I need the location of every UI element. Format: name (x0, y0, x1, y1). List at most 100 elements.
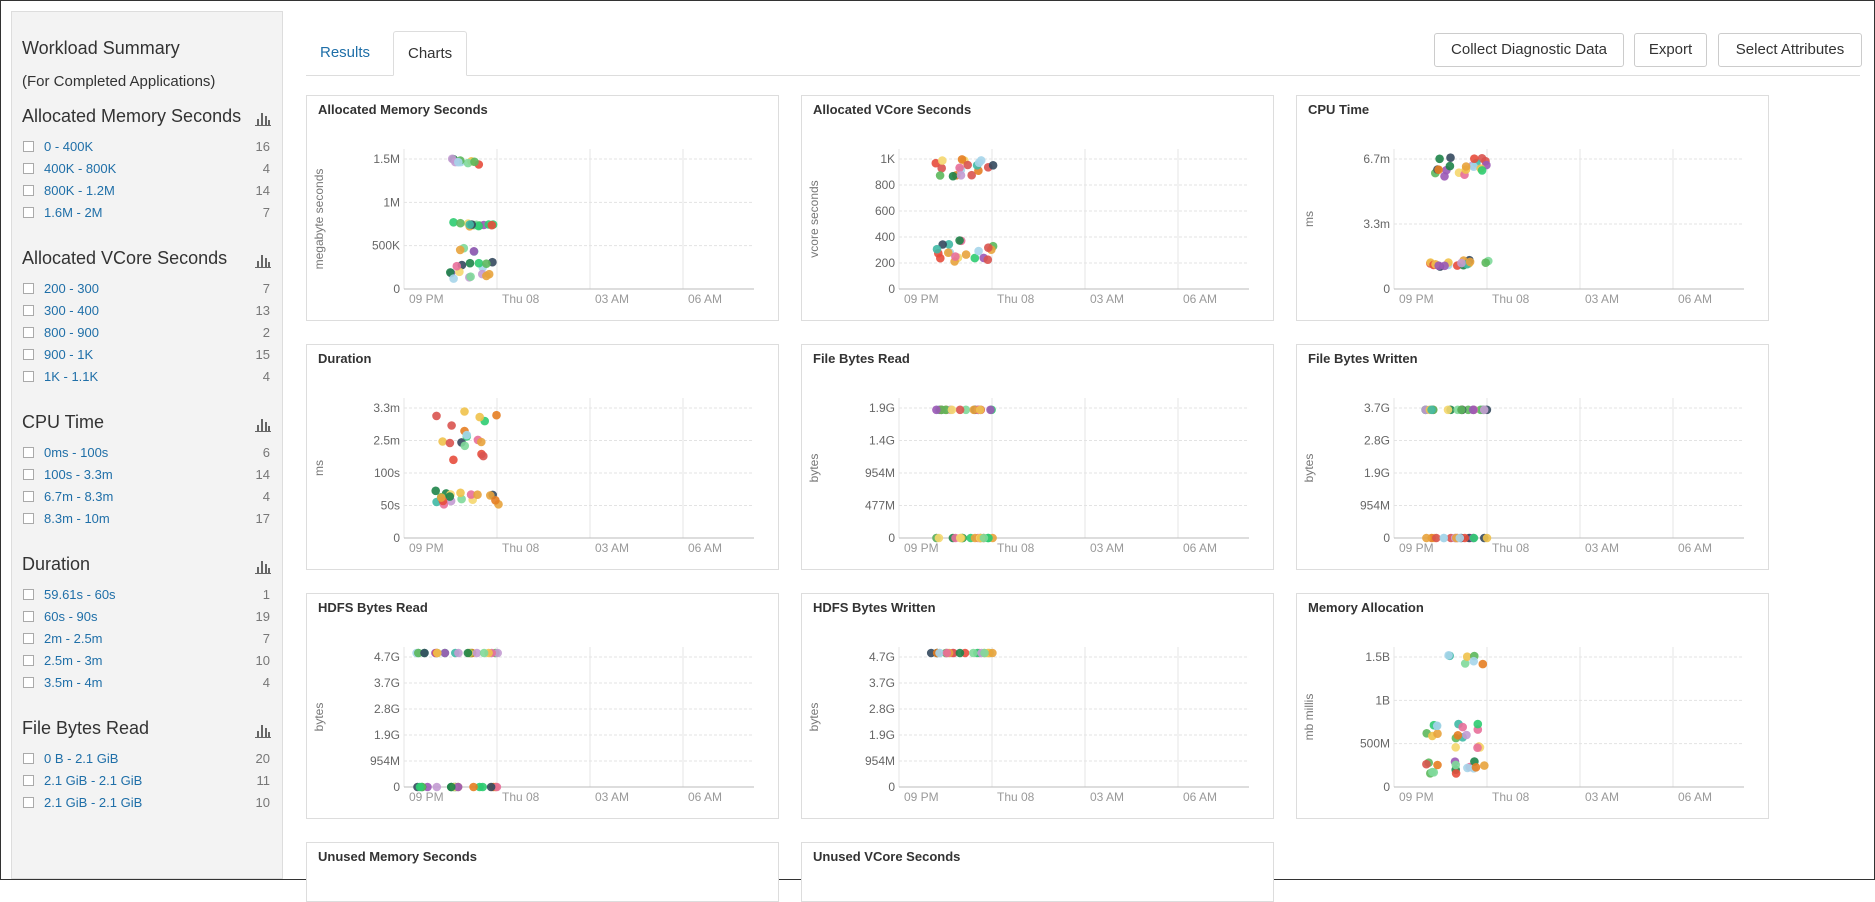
collect-diagnostic-data-button[interactable]: Collect Diagnostic Data (1434, 33, 1624, 67)
facet-item-label[interactable]: 0ms - 100s (44, 442, 108, 464)
bar-chart-icon[interactable] (255, 722, 271, 738)
data-point (1434, 165, 1443, 174)
facet-item[interactable]: 6.7m - 8.3m 4 (22, 486, 272, 508)
x-tick-label: 09 PM (409, 292, 444, 306)
facet-item-label[interactable]: 2m - 2.5m (44, 628, 103, 650)
facet-item-label[interactable]: 900 - 1K (44, 344, 93, 366)
facet-checkbox[interactable] (23, 633, 34, 644)
facet-item-label[interactable]: 1K - 1.1K (44, 366, 98, 388)
facet-checkbox[interactable] (23, 327, 34, 338)
facet-checkbox[interactable] (23, 447, 34, 458)
facet-item-label[interactable]: 200 - 300 (44, 278, 99, 300)
data-point (440, 648, 450, 658)
facet-item-label[interactable]: 2.1 GiB - 2.1 GiB (44, 770, 142, 792)
facet-checkbox[interactable] (23, 611, 34, 622)
x-tick-label: 06 AM (1678, 790, 1712, 804)
facet-item[interactable]: 300 - 400 13 (22, 300, 272, 322)
facet-item[interactable]: 0 B - 2.1 GiB 20 (22, 748, 272, 770)
x-tick-label: Thu 08 (997, 790, 1035, 804)
facet-checkbox[interactable] (23, 753, 34, 764)
tab-charts[interactable]: Charts (393, 31, 468, 76)
bar-chart-icon[interactable] (255, 558, 271, 574)
facet-item[interactable]: 60s - 90s 19 (22, 606, 272, 628)
data-point (477, 437, 486, 447)
facet-item[interactable]: 400K - 800K 4 (22, 158, 272, 180)
facet-item-label[interactable]: 100s - 3.3m (44, 464, 113, 486)
data-point (936, 253, 945, 263)
data-point (1473, 719, 1483, 729)
y-tick-label: 2.8G (869, 702, 895, 716)
facet-item-label[interactable]: 6.7m - 8.3m (44, 486, 113, 508)
bar-chart-icon[interactable] (255, 416, 271, 432)
data-point (462, 430, 472, 440)
y-tick-label: 500K (372, 239, 400, 253)
facet-item-count: 1 (262, 587, 270, 602)
facet-checkbox[interactable] (23, 469, 34, 480)
facet-item[interactable]: 900 - 1K 15 (22, 344, 272, 366)
facet-item[interactable]: 100s - 3.3m 14 (22, 464, 272, 486)
facet-checkbox[interactable] (23, 775, 34, 786)
facet-item-label[interactable]: 2.5m - 3m (44, 650, 103, 672)
data-point (482, 259, 491, 268)
facet-item-label[interactable]: 59.61s - 60s (44, 584, 116, 606)
y-tick-label: 2.8G (374, 702, 400, 716)
facet-checkbox[interactable] (23, 185, 34, 196)
y-tick-label: 600 (875, 204, 895, 218)
chart-title: Memory Allocation (1308, 600, 1424, 615)
data-point (449, 274, 458, 283)
facet-item-label[interactable]: 1.6M - 2M (44, 202, 103, 224)
bar-chart-icon[interactable] (255, 110, 271, 126)
facet-item-label[interactable]: 8.3m - 10m (44, 508, 110, 530)
facet-item-label[interactable]: 0 - 400K (44, 136, 93, 158)
facet-item[interactable]: 800 - 900 2 (22, 322, 272, 344)
facet-item-label[interactable]: 60s - 90s (44, 606, 97, 628)
facet-item[interactable]: 1.6M - 2M 7 (22, 202, 272, 224)
facet-checkbox[interactable] (23, 283, 34, 294)
facet-checkbox[interactable] (23, 371, 34, 382)
facet-item[interactable]: 2.5m - 3m 10 (22, 650, 272, 672)
facet-checkbox[interactable] (23, 655, 34, 666)
scatter-chart: 0 954M 1.9G 2.8G 3.7G 4.7G 09 PM Thu 08 03 AM 06 … (807, 647, 1249, 804)
facet-item[interactable]: 2m - 2.5m 7 (22, 628, 272, 650)
data-point (1481, 258, 1490, 267)
facet-item[interactable]: 8.3m - 10m 17 (22, 508, 272, 530)
facet-item-label[interactable]: 3.5m - 4m (44, 672, 103, 694)
facet-item[interactable]: 59.61s - 60s 1 (22, 584, 272, 606)
facet-checkbox[interactable] (23, 589, 34, 600)
facet-item-label[interactable]: 800K - 1.2M (44, 180, 115, 202)
facet-item-label[interactable]: 300 - 400 (44, 300, 99, 322)
data-point (1468, 405, 1478, 415)
facet-item[interactable]: 3.5m - 4m 4 (22, 672, 272, 694)
data-point (935, 171, 945, 180)
facet-item-label[interactable]: 2.1 GiB - 2.1 GiB (44, 792, 142, 814)
facet-checkbox[interactable] (23, 141, 34, 152)
scatter-chart: 0 954M 1.9G 2.8G 3.7G 4.7G 09 PM Thu 08 03 AM 06 … (312, 647, 754, 804)
facet-item[interactable]: 2.1 GiB - 2.1 GiB 11 (22, 770, 272, 792)
facet-item[interactable]: 0 - 400K 16 (22, 136, 272, 158)
chart-card: 0 50s 100s 2.5m 3.3m 09 PM Thu 08 03 AM 06 AM ms D… (306, 344, 779, 570)
facet-checkbox[interactable] (23, 513, 34, 524)
facet-item[interactable]: 200 - 300 7 (22, 278, 272, 300)
data-point (1479, 405, 1489, 415)
facet-item[interactable]: 1K - 1.1K 4 (22, 366, 272, 388)
facet-checkbox[interactable] (23, 305, 34, 316)
facet-checkbox[interactable] (23, 677, 34, 688)
facet-item-label[interactable]: 800 - 900 (44, 322, 99, 344)
chart-card: 0 954M 1.9G 2.8G 3.7G 4.7G 09 PM Thu 08 03 AM 06 … (306, 593, 779, 819)
facet-checkbox[interactable] (23, 163, 34, 174)
facet-item[interactable]: 0ms - 100s 6 (22, 442, 272, 464)
facet-checkbox[interactable] (23, 491, 34, 502)
facet-item-label[interactable]: 0 B - 2.1 GiB (44, 748, 118, 770)
facet-item-label[interactable]: 400K - 800K (44, 158, 116, 180)
y-tick-label: 2.5m (373, 434, 400, 448)
x-tick-label: 06 AM (688, 541, 722, 555)
facet-item[interactable]: 2.1 GiB - 2.1 GiB 10 (22, 792, 272, 814)
facet-checkbox[interactable] (23, 349, 34, 360)
facet-checkbox[interactable] (23, 797, 34, 808)
bar-chart-icon[interactable] (255, 252, 271, 268)
tab-results[interactable]: Results (306, 31, 384, 75)
export-button[interactable]: Export (1634, 33, 1707, 67)
select-attributes-button[interactable]: Select Attributes (1718, 33, 1862, 67)
facet-checkbox[interactable] (23, 207, 34, 218)
facet-item[interactable]: 800K - 1.2M 14 (22, 180, 272, 202)
